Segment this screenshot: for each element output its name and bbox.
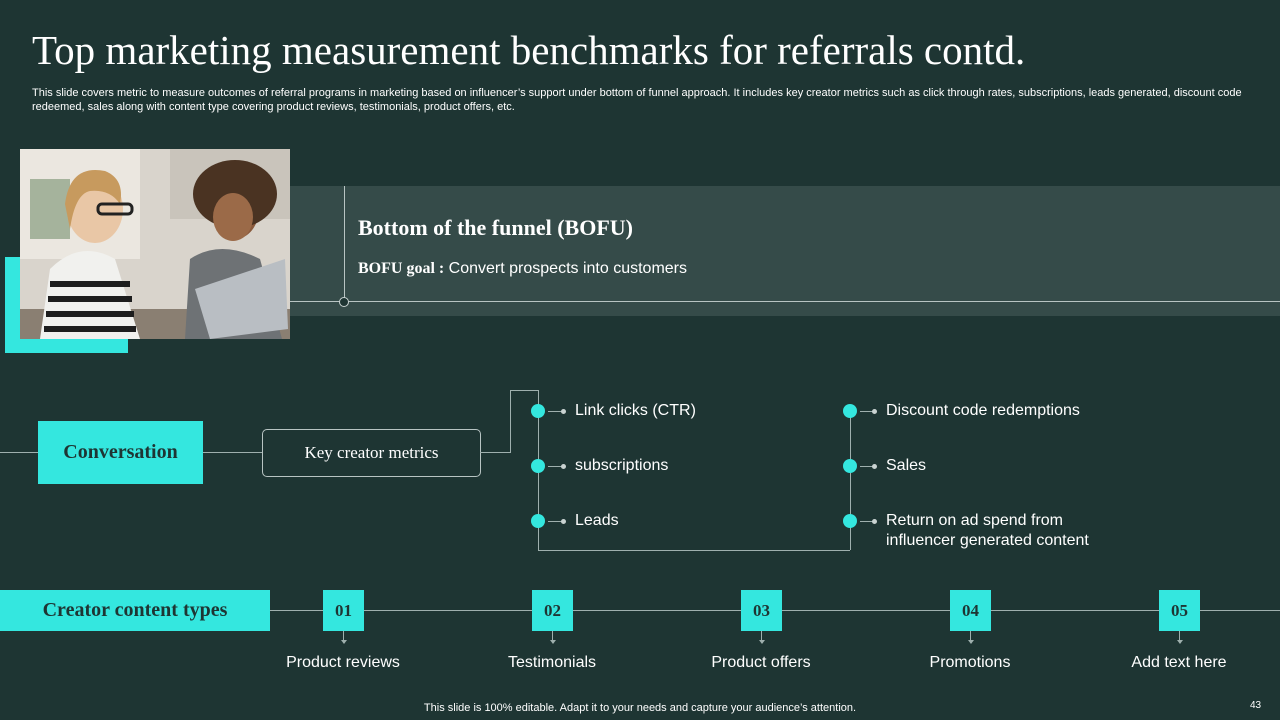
slide-subtitle: This slide covers metric to measure outc… — [32, 87, 1242, 113]
metric-dot — [843, 459, 857, 473]
conversation-to-metrics-line — [203, 452, 262, 453]
tick-arrow-icon — [968, 640, 974, 644]
metric-connector — [548, 466, 562, 467]
metric-pin — [872, 519, 877, 524]
metric-discount-code: Discount code redemptions — [886, 402, 1080, 419]
creator-content-types-box: Creator content types — [0, 590, 270, 631]
bofu-goal: BOFU goal : Convert prospects into custo… — [358, 260, 687, 278]
bofu-goal-label: BOFU goal : — [358, 260, 445, 277]
bofu-goal-text: Convert prospects into customers — [448, 260, 687, 277]
metric-pin — [561, 464, 566, 469]
tick-arrow-icon — [341, 640, 347, 644]
metrics-connector-h2 — [510, 390, 538, 391]
tick-arrow-icon — [759, 640, 765, 644]
slide-title: Top marketing measurement benchmarks for… — [32, 27, 1026, 73]
bofu-node-dot — [339, 297, 349, 307]
metric-pin — [561, 409, 566, 414]
metric-dot — [531, 514, 545, 528]
metric-dot — [843, 404, 857, 418]
metric-roas: Return on ad spend from influencer gener… — [886, 512, 1089, 549]
metrics-connector-v1 — [510, 390, 511, 453]
key-creator-metrics-box: Key creator metrics — [262, 429, 481, 477]
bofu-heading: Bottom of the funnel (BOFU) — [358, 215, 633, 240]
metric-leads: Leads — [575, 512, 619, 529]
conversation-box: Conversation — [38, 421, 203, 484]
metric-sales: Sales — [886, 457, 927, 474]
metric-link-clicks: Link clicks (CTR) — [575, 402, 696, 419]
bofu-connector-line — [344, 186, 345, 302]
metric-dot — [843, 514, 857, 528]
metric-pin — [561, 519, 566, 524]
tick-arrow-icon — [550, 640, 556, 644]
content-type-number: 01 — [323, 590, 364, 631]
metric-connector — [548, 521, 562, 522]
content-type-label: Product reviews — [286, 654, 400, 671]
metric-subscriptions: subscriptions — [575, 457, 669, 474]
metric-dot — [531, 459, 545, 473]
metric-pin — [872, 464, 877, 469]
metrics-connector-h1 — [480, 452, 510, 453]
content-type-label: Product offers — [711, 654, 811, 671]
metric-dot — [531, 404, 545, 418]
content-type-label: Add text here — [1131, 654, 1227, 671]
metrics-right-spine — [850, 410, 851, 550]
team-photo — [20, 149, 290, 339]
tick-arrow-icon — [1177, 640, 1183, 644]
content-type-number: 03 — [741, 590, 782, 631]
bofu-baseline — [290, 301, 1280, 302]
conversation-left-line — [0, 452, 38, 453]
content-type-label: Testimonials — [507, 654, 597, 671]
content-type-number: 02 — [532, 590, 573, 631]
page-number: 43 — [1250, 700, 1262, 711]
bofu-panel — [290, 186, 1280, 316]
content-type-number: 04 — [950, 590, 991, 631]
metric-connector — [548, 411, 562, 412]
content-type-number: 05 — [1159, 590, 1200, 631]
content-type-label: Promotions — [929, 654, 1011, 671]
metric-pin — [872, 409, 877, 414]
metrics-bottom-line — [538, 550, 850, 551]
slide-footer: This slide is 100% editable. Adapt it to… — [423, 702, 857, 714]
